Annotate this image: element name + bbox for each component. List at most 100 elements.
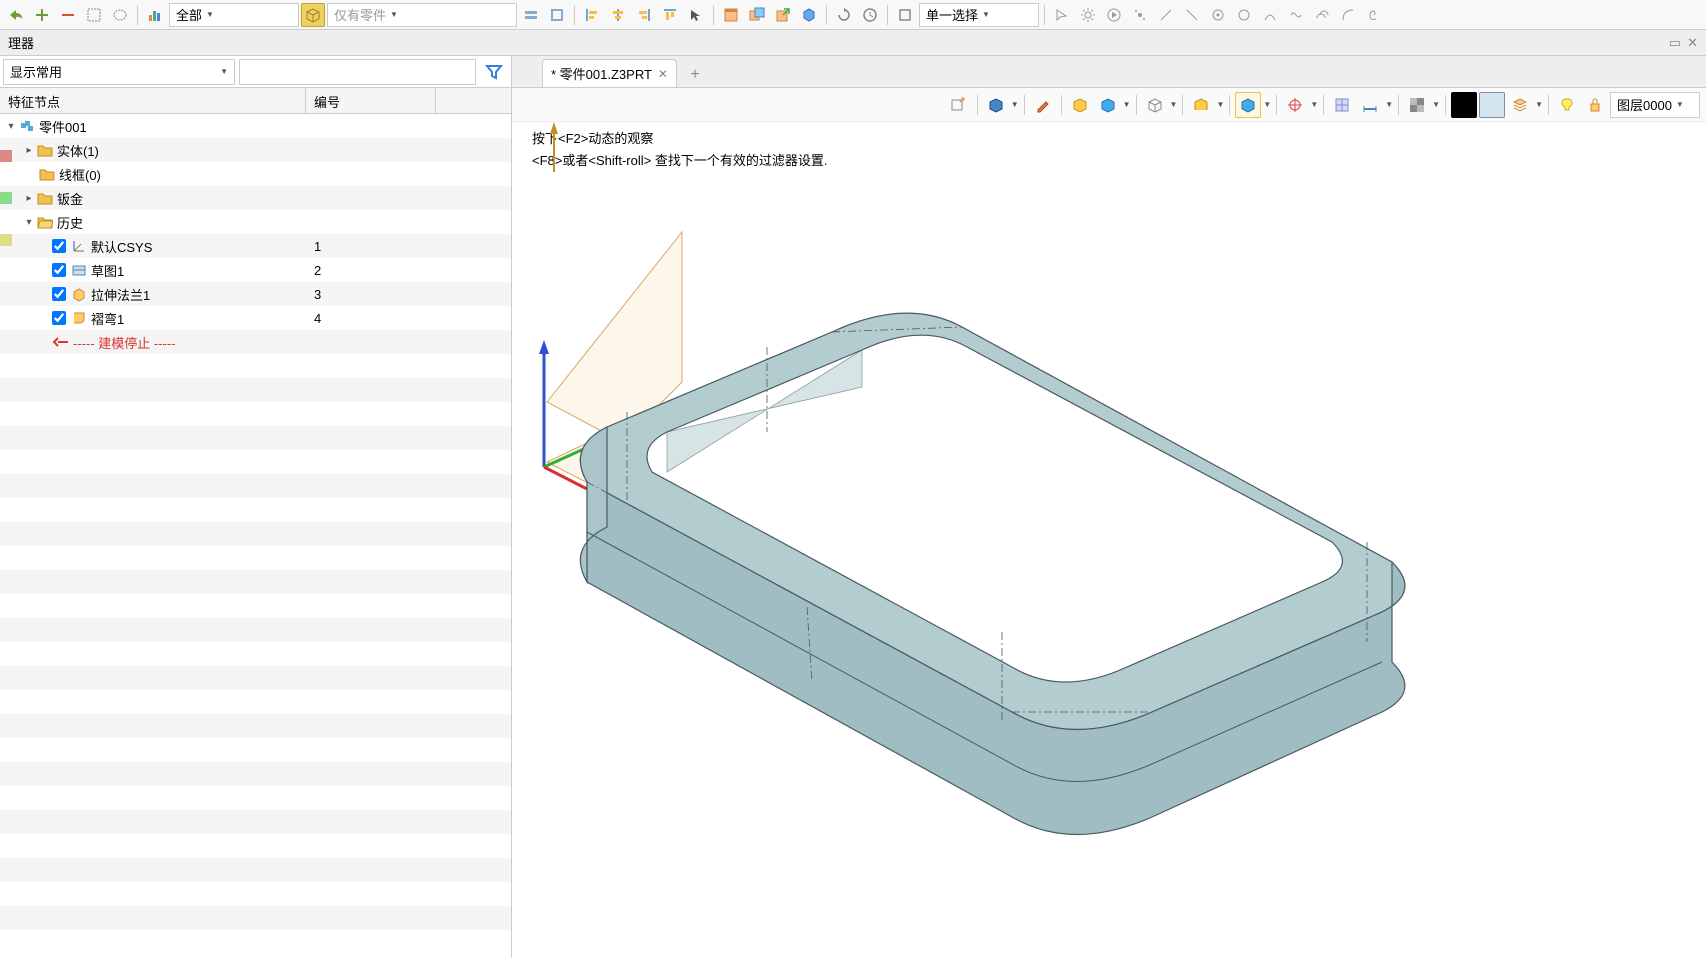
color-black-swatch[interactable] (1451, 92, 1477, 118)
chevron-down-icon[interactable]: ▼ (1535, 100, 1543, 109)
tab-close-icon[interactable]: ✕ (658, 67, 668, 81)
shading-icon[interactable] (983, 92, 1009, 118)
refresh-icon[interactable] (832, 3, 856, 27)
clock-icon[interactable] (858, 3, 882, 27)
target-icon[interactable] (1282, 92, 1308, 118)
cube-blue-icon[interactable] (797, 3, 821, 27)
chevron-down-icon[interactable]: ▼ (1385, 100, 1393, 109)
item-checkbox[interactable] (52, 239, 66, 253)
play-icon[interactable] (1102, 3, 1126, 27)
item-label: 草图1 (91, 261, 124, 280)
layer-dropdown[interactable]: 图层0000 ▼ (1610, 92, 1700, 118)
remove-button[interactable] (56, 3, 80, 27)
tree-row-item[interactable]: 默认CSYS 1 (0, 234, 511, 258)
gear-icon[interactable] (1076, 3, 1100, 27)
measure-icon[interactable] (1357, 92, 1383, 118)
box-icon[interactable] (301, 3, 325, 27)
select-mode-dropdown[interactable]: 单一选择 ▼ (919, 3, 1039, 27)
tree-row-item[interactable]: 拉伸法兰1 3 (0, 282, 511, 306)
item-checkbox[interactable] (52, 287, 66, 301)
tree-body: ▾ 零件001 ▸ 实体(1) 线框(0) ▸ 钣金 (0, 114, 511, 958)
chevron-down-icon[interactable]: ▼ (1432, 100, 1440, 109)
tool-a-icon[interactable] (519, 3, 543, 27)
cube-blue-icon[interactable] (1095, 92, 1121, 118)
document-tab[interactable]: * 零件001.Z3PRT ✕ (542, 59, 677, 87)
item-checkbox[interactable] (52, 311, 66, 325)
3d-viewport[interactable]: 按下<F2>动态的观察 <F8>或者<Shift-roll> 查找下一个有效的过… (512, 122, 1706, 958)
close-icon[interactable]: ✕ (1687, 35, 1698, 51)
cursor-icon[interactable] (684, 3, 708, 27)
filter2-value: 仅有零件 (334, 5, 386, 24)
undo-button[interactable] (4, 3, 28, 27)
filter2-dropdown[interactable]: 仅有零件 ▼ (327, 3, 517, 27)
filter-button[interactable] (480, 59, 508, 85)
side-tab-2[interactable] (0, 192, 12, 204)
wave-icon[interactable] (1284, 3, 1308, 27)
chevron-down-icon[interactable]: ▼ (1216, 100, 1224, 109)
tool-b-icon[interactable] (545, 3, 569, 27)
multi-window-icon[interactable] (745, 3, 769, 27)
chevron-down-icon[interactable]: ▼ (1011, 100, 1019, 109)
layer-stack-icon[interactable] (1507, 92, 1533, 118)
pointer-icon[interactable] (1050, 3, 1074, 27)
chevron-down-icon[interactable]: ▼ (1123, 100, 1131, 109)
chevron-down-icon[interactable]: ▼ (1263, 100, 1271, 109)
tree-row-root[interactable]: ▾ 零件001 (0, 114, 511, 138)
item-checkbox[interactable] (52, 263, 66, 277)
tree-row-stop[interactable]: ----- 建模停止 ----- (0, 330, 511, 354)
square-icon[interactable] (893, 3, 917, 27)
circle-icon[interactable] (1232, 3, 1256, 27)
texture-icon[interactable] (1404, 92, 1430, 118)
tree-row-item[interactable]: 褶弯1 4 (0, 306, 511, 330)
bulb-icon[interactable] (1554, 92, 1580, 118)
side-tab-3[interactable] (0, 234, 12, 246)
line2-icon[interactable] (1180, 3, 1204, 27)
insert-icon[interactable] (946, 92, 972, 118)
tree-row-history[interactable]: ▾ 历史 (0, 210, 511, 234)
align-right-icon[interactable] (632, 3, 656, 27)
side-tab-1[interactable] (0, 150, 12, 162)
tree-row-sheet[interactable]: ▸ 钣金 (0, 186, 511, 210)
line1-icon[interactable] (1154, 3, 1178, 27)
chevron-down-icon[interactable]: ▼ (1170, 100, 1178, 109)
align-center-icon[interactable] (606, 3, 630, 27)
select-rect-icon[interactable] (82, 3, 106, 27)
curve-icon[interactable] (1336, 3, 1360, 27)
color-light-swatch[interactable] (1479, 92, 1505, 118)
chart-icon[interactable] (143, 3, 167, 27)
tree-row-wire[interactable]: 线框(0) (0, 162, 511, 186)
tree-header-col2[interactable]: 编号 (306, 88, 436, 113)
arc-icon[interactable] (1258, 3, 1282, 27)
cube-gold-icon[interactable] (1067, 92, 1093, 118)
display-mode-dropdown[interactable]: 显示常用 ▼ (3, 59, 235, 85)
tree-search-input[interactable] (239, 59, 476, 85)
chevron-down-icon: ▼ (206, 10, 214, 19)
export-icon[interactable] (771, 3, 795, 27)
panel-header: 理器 ▭ ✕ (0, 30, 1706, 56)
circle-dot-icon[interactable] (1206, 3, 1230, 27)
tab-add-button[interactable]: + (683, 63, 707, 87)
select-lasso-icon[interactable] (108, 3, 132, 27)
align-top-icon[interactable] (658, 3, 682, 27)
highlight-cube-icon[interactable] (1235, 92, 1261, 118)
window-icon[interactable] (719, 3, 743, 27)
tree-header-col3[interactable] (436, 88, 511, 113)
grid-icon[interactable] (1329, 92, 1355, 118)
spiral-icon[interactable] (1362, 3, 1386, 27)
arcs-icon[interactable] (1310, 3, 1334, 27)
chevron-down-icon[interactable]: ▼ (1310, 100, 1318, 109)
point-icon[interactable] (1128, 3, 1152, 27)
align-left-icon[interactable] (580, 3, 604, 27)
tree-header-col1[interactable]: 特征节点 (0, 88, 306, 113)
lock-icon[interactable] (1582, 92, 1608, 118)
bend-icon (70, 309, 88, 327)
face-icon[interactable] (1188, 92, 1214, 118)
view-toolbar: ▼ ▼ ▼ ▼ ▼ ▼ ▼ ▼ (512, 88, 1706, 122)
minimize-icon[interactable]: ▭ (1669, 35, 1681, 51)
tree-row-solid[interactable]: ▸ 实体(1) (0, 138, 511, 162)
pencil-icon[interactable] (1030, 92, 1056, 118)
filter1-dropdown[interactable]: 全部 ▼ (169, 3, 299, 27)
wire-cube-icon[interactable] (1142, 92, 1168, 118)
add-button[interactable] (30, 3, 54, 27)
tree-row-item[interactable]: 草图1 2 (0, 258, 511, 282)
